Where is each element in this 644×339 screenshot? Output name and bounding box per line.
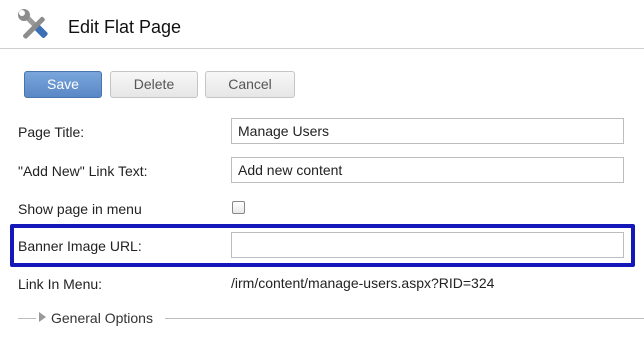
page-header: Edit Flat Page	[0, 0, 644, 49]
add-new-link-text-input[interactable]	[231, 157, 624, 183]
save-button[interactable]: Save	[24, 71, 102, 98]
link-in-menu-label: Link In Menu:	[18, 276, 103, 292]
page-title-label: Page Title:	[18, 124, 85, 140]
general-options-label[interactable]: General Options	[51, 310, 153, 326]
section-divider-right	[165, 318, 644, 319]
tools-icon	[18, 9, 48, 39]
add-new-link-text-label: "Add New" Link Text:	[18, 163, 148, 179]
show-in-menu-label: Show page in menu	[18, 201, 142, 217]
link-in-menu-value: /irm/content/manage-users.aspx?RID=324	[231, 275, 495, 291]
show-in-menu-checkbox[interactable]	[232, 201, 245, 214]
cancel-button[interactable]: Cancel	[205, 71, 295, 98]
page-title: Edit Flat Page	[68, 17, 182, 37]
delete-button[interactable]: Delete	[110, 71, 198, 98]
edit-flat-page: Edit Flat Page Save Delete Cancel Page T…	[0, 0, 644, 339]
general-options-section[interactable]: General Options	[18, 308, 644, 328]
expand-arrow-icon[interactable]	[39, 312, 46, 322]
banner-image-url-label: Banner Image URL:	[18, 238, 142, 254]
section-divider-left	[18, 318, 36, 319]
banner-image-url-input[interactable]	[231, 232, 624, 258]
page-title-input[interactable]	[231, 118, 624, 144]
